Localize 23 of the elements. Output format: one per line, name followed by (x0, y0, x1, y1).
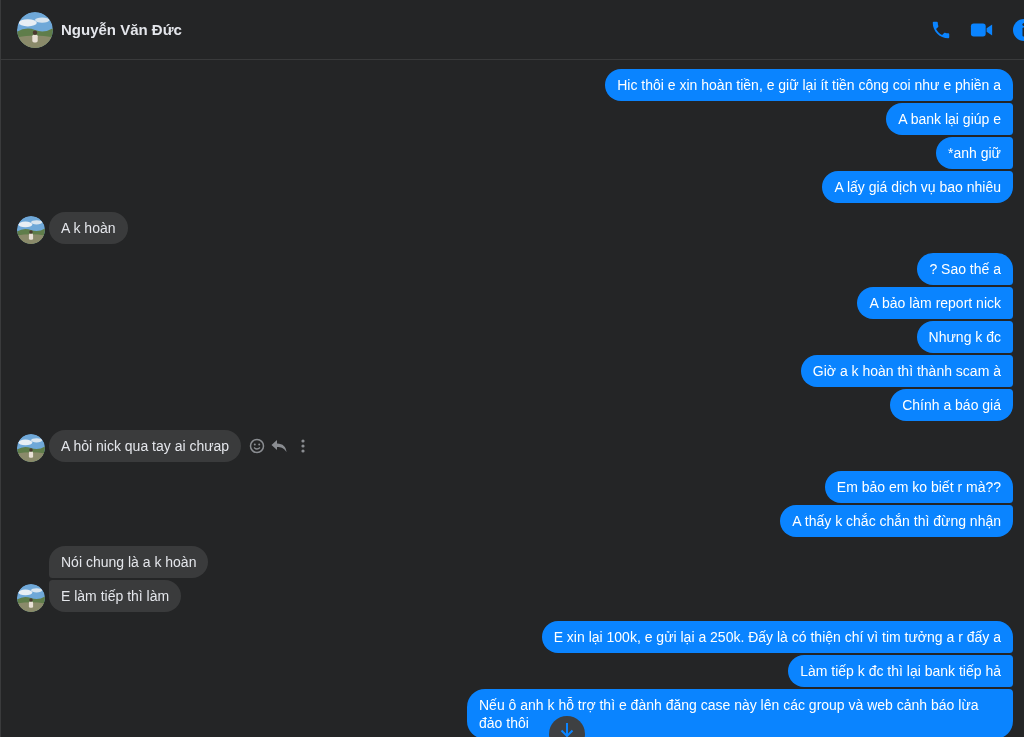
reply-icon[interactable] (271, 439, 288, 453)
message-bubble: A lấy giá dịch vụ bao nhiêu (822, 171, 1013, 203)
message-bubble: E làm tiếp thì làm (49, 580, 182, 612)
smiley-icon[interactable] (249, 438, 266, 454)
message-bubble: A bảo làm report nick (857, 287, 1013, 319)
message-bubble: Nếu ô anh k hỗ trợ thì e đành đăng case này lên các group và web cảnh báo lừa đảo thôi (467, 689, 1013, 737)
message-bubble: A bank lại giúp e (886, 103, 1013, 135)
message-bubble: A thấy k chắc chắn thì đừng nhận (780, 505, 1013, 537)
message-bubble: Em bảo em ko biết r mà?? (824, 471, 1013, 503)
info-icon[interactable] (1012, 17, 1024, 42)
down-arrow-icon (560, 722, 574, 737)
message-bubble: *anh giữ (936, 137, 1013, 169)
message-bubble: Giờ a k hoàn thì thành scam à (800, 355, 1013, 387)
message-bubble: Nói chung là a k hoàn (49, 546, 209, 578)
contact-name: Nguyễn Văn Đức (61, 21, 183, 38)
message-bubble: Chính a báo giá (890, 389, 1013, 421)
message-bubble: A k hoàn (49, 212, 128, 244)
message-bubble: ? Sao thế a (917, 253, 1013, 285)
message-bubble: Hic thôi e xin hoàn tiền, e giữ lại ít tiền công coi như e phiền a (605, 69, 1013, 101)
message-bubble: Nhưng k đc (916, 321, 1013, 353)
message-bubble: Làm tiếp k đc thì lại bank tiếp hả (788, 655, 1013, 687)
message-bubble: A hỏi nick qua tay ai chưap (49, 430, 242, 462)
message-bubble: E xin lại 100k, e gửi lại a 250k. Đấy là có thiện chí vì tim tưởng a r đấy a (541, 621, 1013, 653)
